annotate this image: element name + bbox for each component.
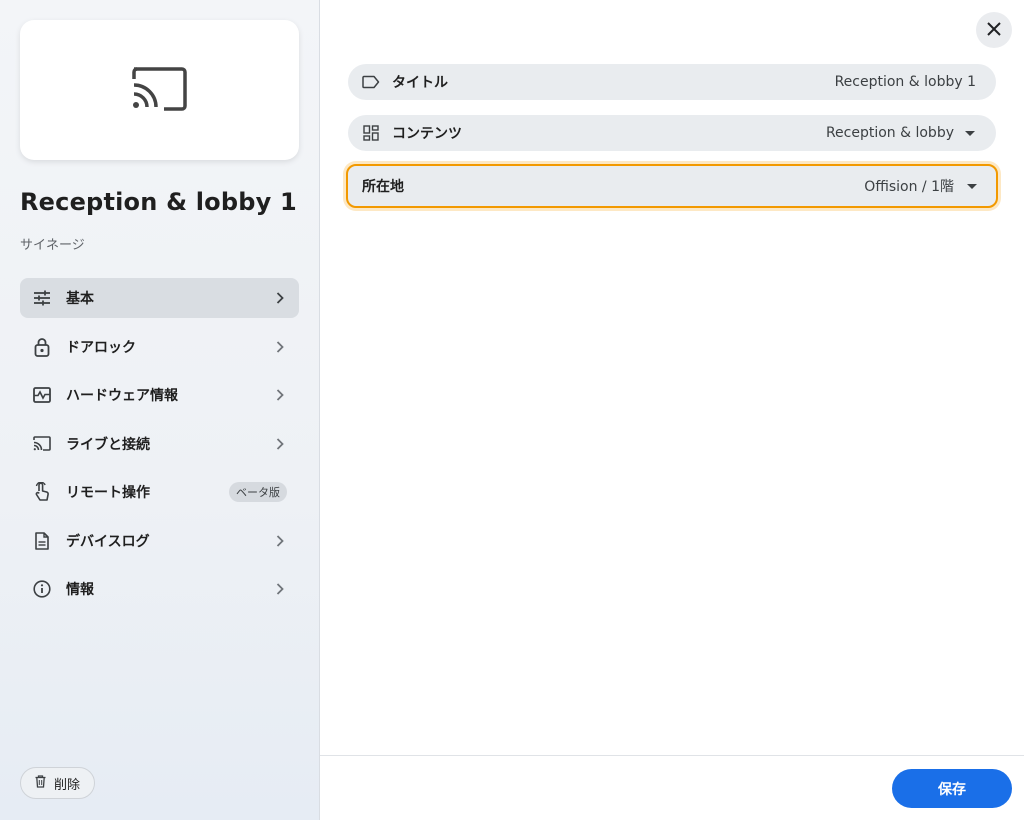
chevron-right-icon (273, 582, 287, 596)
sidebar-item-label: リモート操作 (66, 485, 150, 501)
sidebar-item-label: ドアロック (66, 339, 136, 356)
sidebar: Reception & lobby 1 サイネージ 基本 ドアロック ハードウェ… (0, 0, 320, 820)
location-select-value: Offision / 1階 (864, 179, 954, 195)
location-select[interactable]: 所在地 Offision / 1階 (346, 164, 998, 208)
dropdown-arrow-icon (966, 183, 978, 189)
delete-button-label: 削除 (54, 777, 81, 793)
content-select-label: コンテンツ (392, 126, 462, 142)
device-settings-dialog: Reception & lobby 1 サイネージ 基本 ドアロック ハードウェ… (0, 0, 1024, 820)
title-field-value: Reception & lobby 1 (834, 74, 976, 90)
main-panel: タイトル Reception & lobby 1 コンテンツ Reception… (320, 0, 1024, 820)
device-type: サイネージ (20, 238, 85, 253)
close-button[interactable] (976, 12, 1012, 48)
sidebar-item-label: デバイスログ (66, 533, 150, 550)
sidebar-item-live-connection[interactable]: ライブと接続 (20, 424, 299, 464)
save-button[interactable]: 保存 (892, 769, 1012, 808)
sidebar-item-basic[interactable]: 基本 (20, 278, 299, 318)
close-icon (987, 21, 1001, 40)
cast-icon (32, 434, 52, 454)
touch-icon (32, 482, 52, 502)
dialog-footer: 保存 (320, 755, 1024, 820)
title-field[interactable]: タイトル Reception & lobby 1 (348, 64, 996, 100)
sidebar-item-label: 情報 (66, 582, 94, 598)
sidebar-item-hardware-info[interactable]: ハードウェア情報 (20, 375, 299, 415)
sidebar-item-info[interactable]: 情報 (20, 569, 299, 609)
chevron-right-icon (273, 437, 287, 451)
trash-icon (35, 774, 46, 792)
location-select-label: 所在地 (362, 179, 404, 195)
sidebar-item-label: 基本 (66, 291, 94, 307)
delete-button[interactable]: 削除 (20, 767, 96, 799)
dashboard-icon (362, 124, 380, 142)
sidebar-item-label: ハードウェア情報 (66, 388, 178, 404)
beta-badge: ベータ版 (229, 482, 287, 502)
monitor-heart-icon (32, 385, 52, 405)
device-preview-card (20, 20, 299, 160)
dropdown-arrow-icon (964, 130, 976, 136)
content-select[interactable]: コンテンツ Reception & lobby (348, 115, 996, 151)
device-title: Reception & lobby 1 (20, 188, 297, 216)
sidebar-item-device-log[interactable]: デバイスログ (20, 521, 299, 561)
title-field-label: タイトル (392, 75, 448, 91)
info-icon (32, 579, 52, 599)
lock-icon (32, 337, 52, 357)
sidebar-item-label: ライブと接続 (66, 436, 150, 453)
label-icon (362, 73, 380, 91)
sidebar-nav: 基本 ドアロック ハードウェア情報 ライブと接続 リモート操作 ベータ版 デバイ… (20, 278, 299, 618)
chevron-right-icon (273, 534, 287, 548)
chevron-right-icon (273, 340, 287, 354)
content-select-value: Reception & lobby (825, 125, 954, 141)
sidebar-item-door-lock[interactable]: ドアロック (20, 327, 299, 367)
cast-icon (131, 65, 188, 115)
sidebar-item-remote-control[interactable]: リモート操作 ベータ版 (20, 472, 299, 512)
chevron-right-icon (273, 388, 287, 402)
chevron-right-icon (273, 291, 287, 305)
document-icon (32, 531, 52, 551)
tune-icon (32, 288, 52, 308)
